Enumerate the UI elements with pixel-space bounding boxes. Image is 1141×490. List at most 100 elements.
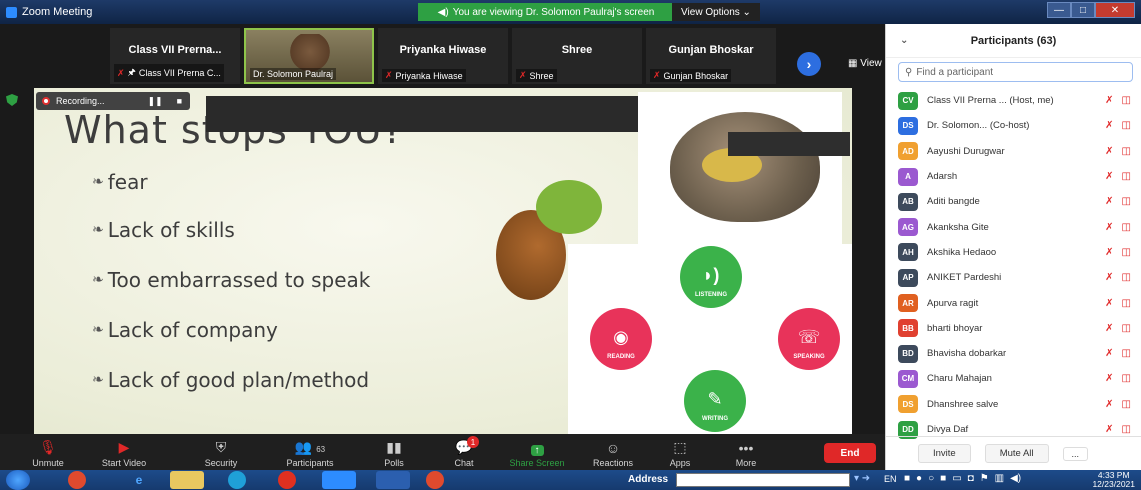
invite-button[interactable]: Invite xyxy=(918,444,971,463)
toolbar-label: Polls xyxy=(384,458,404,468)
participant-row[interactable]: A Adarsh ✗ ◫ xyxy=(898,164,1141,189)
start-video-button[interactable]: ▶ Start Video xyxy=(92,436,156,468)
participant-row[interactable]: AB Aditi bangde ✗ ◫ xyxy=(898,189,1141,214)
video-tile-active[interactable]: Dr. Solomon Paulraj xyxy=(244,28,374,84)
participant-search-input[interactable]: ⚲ Find a participant xyxy=(898,62,1133,82)
tray-app-icon[interactable]: ● xyxy=(916,473,922,484)
toolbar-label: More xyxy=(735,458,757,468)
edge-icon[interactable] xyxy=(228,471,246,489)
chat-button[interactable]: 💬 Chat 1 xyxy=(444,436,484,468)
tile-label-text: Priyanka Hiwase xyxy=(395,70,463,81)
avatar: AB xyxy=(898,192,918,211)
participant-row[interactable]: AD Aayushi Durugwar ✗ ◫ xyxy=(898,139,1141,164)
shared-screen: What stops YOU? ❧fear ❧Lack of skills ❧T… xyxy=(0,88,885,434)
more-button[interactable]: ••• More xyxy=(728,436,764,468)
polls-button[interactable]: ▮▮ Polls xyxy=(374,436,414,468)
view-button[interactable]: ▦ View xyxy=(848,58,882,69)
opera-icon[interactable] xyxy=(278,471,296,489)
minimize-button[interactable]: — xyxy=(1047,2,1071,18)
flag-icon[interactable]: ⚑ xyxy=(980,473,989,484)
next-page-button[interactable]: › xyxy=(797,52,821,76)
screen-annotation-box xyxy=(728,132,850,156)
network-icon[interactable]: ▥ xyxy=(995,473,1004,484)
participant-row[interactable]: BD Bhavisha dobarkar ✗ ◫ xyxy=(898,341,1141,366)
video-tile[interactable]: Class VII Prerna... ✗ 🖈 Class VII Prerna C… xyxy=(110,28,240,84)
polls-icon: ▮▮ xyxy=(386,439,402,455)
video-tile[interactable]: Priyanka Hiwase ✗ Priyanka Hiwase xyxy=(378,28,508,84)
tray-app-icon[interactable]: ■ xyxy=(904,473,910,484)
participant-row[interactable]: CV Class VII Prerna ... (Host, me) ✗ ◫ xyxy=(898,88,1141,113)
chrome-icon[interactable] xyxy=(68,471,86,489)
address-go-icon[interactable]: ▾ ➜ xyxy=(854,473,870,484)
folder-icon[interactable] xyxy=(170,471,204,489)
clock[interactable]: 4:33 PM 12/23/2021 xyxy=(1092,471,1135,489)
reading-circle: ◉ READING xyxy=(590,308,652,370)
mic-muted-icon: ✗ xyxy=(1105,171,1114,183)
share-screen-button[interactable]: ↑ Share Screen xyxy=(504,436,570,468)
participant-row[interactable]: AG Akanksha Gite ✗ ◫ xyxy=(898,214,1141,239)
viewing-banner-text: You are viewing Dr. Solomon Paulraj's sc… xyxy=(452,6,655,18)
security-button[interactable]: ⛨ Security xyxy=(196,436,246,468)
start-button[interactable] xyxy=(6,470,30,490)
mic-off-icon: ✗ xyxy=(117,67,125,78)
participant-row[interactable]: AH Akshika Hedaoo ✗ ◫ xyxy=(898,240,1141,265)
bullet-icon: ❧ xyxy=(92,272,104,288)
participant-row[interactable]: AR Apurva ragit ✗ ◫ xyxy=(898,290,1141,315)
participant-status-icons: ✗ ◫ xyxy=(1105,146,1131,157)
tray-app-icon[interactable]: ■ xyxy=(940,473,946,484)
close-button[interactable]: ✕ xyxy=(1095,2,1135,18)
participant-row[interactable]: CM Charu Mahajan ✗ ◫ xyxy=(898,366,1141,391)
chrome-icon[interactable] xyxy=(426,471,444,489)
participant-row[interactable]: BB bharti bhoyar ✗ ◫ xyxy=(898,316,1141,341)
tile-label: ✗ Shree xyxy=(516,69,557,82)
clock-date: 12/23/2021 xyxy=(1092,479,1135,489)
video-tile[interactable]: Gunjan Bhoskar ✗ Gunjan Bhoskar xyxy=(646,28,776,84)
tray-app-icon[interactable]: ▭ xyxy=(952,473,961,484)
avatar: AR xyxy=(898,294,918,313)
tray-app-icon[interactable]: ○ xyxy=(928,473,934,484)
speaker-icon: ◀) xyxy=(437,6,449,18)
skills-cycle-image: ◗) LISTENING ◉ READING ☏ SPEAKING ✎ WRITING xyxy=(568,244,852,434)
bullet-icon: ❧ xyxy=(92,322,104,338)
zoom-window: Zoom Meeting ◀) You are viewing Dr. Solo… xyxy=(0,0,1141,490)
avatar: AH xyxy=(898,243,918,262)
bullet-icon: ❧ xyxy=(92,222,104,238)
maximize-button[interactable]: □ xyxy=(1071,2,1095,18)
tile-label: ✗ Priyanka Hiwase xyxy=(382,69,466,82)
pause-recording-icon[interactable]: ❚❚ xyxy=(147,96,162,107)
mic-muted-icon: ✗ xyxy=(1105,297,1114,309)
participant-row[interactable]: DS Dr. Solomon... (Co-host) ✗ ◫ xyxy=(898,113,1141,138)
end-meeting-button[interactable]: End xyxy=(824,443,876,463)
unmute-button[interactable]: 🎙 Unmute xyxy=(22,436,74,468)
recording-label: Recording... xyxy=(56,96,105,106)
language-indicator[interactable]: EN xyxy=(884,474,897,484)
tile-label-text: Class VII Prerna C... xyxy=(138,68,221,78)
video-off-icon: ◫ xyxy=(1121,246,1131,258)
address-input[interactable] xyxy=(676,473,850,487)
participant-row[interactable]: DS Dhanshree salve ✗ ◫ xyxy=(898,392,1141,417)
video-tile[interactable]: Shree ✗ Shree xyxy=(512,28,642,84)
stop-recording-icon[interactable]: ■ xyxy=(177,96,182,106)
share-screen-icon: ↑ xyxy=(530,445,544,456)
mic-muted-icon: ✗ xyxy=(1105,145,1114,157)
ie-icon[interactable]: e xyxy=(122,471,156,489)
mute-all-button[interactable]: Mute All xyxy=(984,444,1049,463)
participant-status-icons: ✗ ◫ xyxy=(1105,247,1131,258)
view-options-button[interactable]: View Options ⌄ xyxy=(672,3,760,21)
participant-row[interactable]: AP ANIKET Pardeshi ✗ ◫ xyxy=(898,265,1141,290)
reactions-button[interactable]: ☺ Reactions xyxy=(586,436,640,468)
avatar: DS xyxy=(898,116,918,135)
participant-status-icons: ✗ ◫ xyxy=(1105,222,1131,233)
chevron-down-icon[interactable]: ⌄ xyxy=(900,35,908,46)
eye-icon: ◉ xyxy=(613,327,629,347)
word-icon[interactable] xyxy=(376,471,410,489)
zoom-taskbar-icon[interactable] xyxy=(322,471,356,489)
apps-button[interactable]: ⬚ Apps xyxy=(662,436,698,468)
volume-icon[interactable]: ◀) xyxy=(1010,473,1021,484)
participants-button[interactable]: 👥 63 Participants xyxy=(274,436,346,468)
participants-panel: ⌄ Participants (63) ⚲ Find a participant… xyxy=(885,24,1141,470)
zoom-logo-icon xyxy=(6,6,17,18)
tray-app-icon[interactable]: ◘ xyxy=(968,473,974,484)
search-icon: ⚲ xyxy=(905,66,913,78)
more-options-button[interactable]: ... xyxy=(1062,446,1089,461)
